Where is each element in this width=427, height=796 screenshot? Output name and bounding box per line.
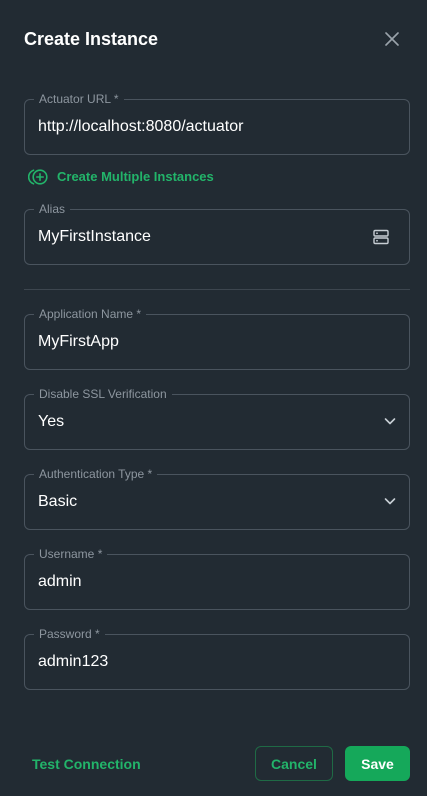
authentication-type-label: Authentication Type * xyxy=(34,466,158,482)
close-button[interactable] xyxy=(380,27,404,51)
dialog-title: Create Instance xyxy=(24,29,159,49)
test-connection-button[interactable]: Test Connection xyxy=(32,755,141,773)
authentication-type-value: Basic xyxy=(38,493,78,510)
username-label: Username * xyxy=(34,546,108,562)
password-field[interactable]: Password * admin123 xyxy=(24,626,410,690)
application-name-label: Application Name * xyxy=(34,306,147,322)
disable-ssl-select[interactable]: Disable SSL Verification Yes xyxy=(24,386,410,450)
actuator-url-value: http://localhost:8080/actuator xyxy=(38,118,244,135)
alias-field[interactable]: Alias MyFirstInstance xyxy=(24,201,410,265)
alias-value: MyFirstInstance xyxy=(38,228,151,245)
username-value: admin xyxy=(38,573,82,590)
create-multiple-instances-label: Create Multiple Instances xyxy=(57,169,214,184)
application-name-field[interactable]: Application Name * MyFirstApp xyxy=(24,306,410,370)
authentication-type-select[interactable]: Authentication Type * Basic xyxy=(24,466,410,530)
actuator-url-label: Actuator URL * xyxy=(34,91,124,107)
username-field[interactable]: Username * admin xyxy=(24,546,410,610)
password-value: admin123 xyxy=(38,653,109,670)
chevron-down-icon[interactable] xyxy=(383,494,397,508)
password-label: Password * xyxy=(34,626,105,642)
add-multiple-icon xyxy=(28,169,48,185)
disable-ssl-label: Disable SSL Verification xyxy=(34,386,172,402)
actuator-url-field[interactable]: Actuator URL * http://localhost:8080/act… xyxy=(24,91,410,155)
create-multiple-instances-link[interactable]: Create Multiple Instances xyxy=(28,168,214,186)
chevron-down-icon[interactable] xyxy=(383,414,397,428)
application-name-value: MyFirstApp xyxy=(38,333,119,350)
alias-label: Alias xyxy=(34,201,71,217)
close-icon xyxy=(385,32,399,46)
create-instance-dialog: Create Instance Actuator URL * http://lo… xyxy=(0,0,427,796)
disable-ssl-value: Yes xyxy=(38,413,65,430)
cancel-button[interactable]: Cancel xyxy=(255,746,333,781)
server-icon[interactable] xyxy=(372,228,390,246)
section-divider xyxy=(24,289,410,290)
save-button[interactable]: Save xyxy=(345,746,410,781)
